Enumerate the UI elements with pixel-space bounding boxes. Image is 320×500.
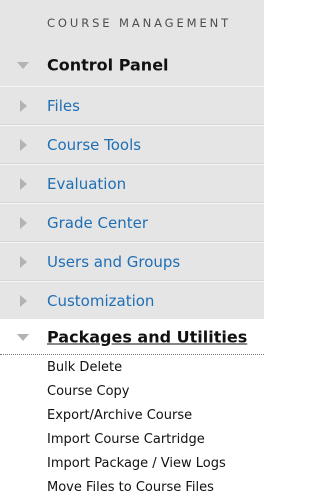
triangle-down-icon[interactable] [17,333,29,341]
triangle-right-icon[interactable] [20,294,27,307]
triangle-right-icon[interactable] [20,216,27,229]
packages-utilities-label[interactable]: Packages and Utilities [47,327,247,346]
menu-item-label[interactable]: Grade Center [47,214,148,232]
submenu-item-course-copy[interactable]: Course Copy [47,380,130,404]
submenu-item-import-package-view-logs[interactable]: Import Package / View Logs [47,452,226,476]
menu-item-label[interactable]: Files [47,97,80,115]
menu-item-label[interactable]: Evaluation [47,175,126,193]
triangle-right-icon[interactable] [20,138,27,151]
submenu-item-export-archive-course[interactable]: Export/Archive Course [47,404,192,428]
control-panel-label: Control Panel [47,55,169,74]
menu-item-users-and-groups[interactable]: Users and Groups [0,242,264,281]
menu-item-packages-and-utilities[interactable]: Packages and Utilities [0,319,264,355]
menu-item-evaluation[interactable]: Evaluation [0,164,264,203]
menu-item-grade-center[interactable]: Grade Center [0,203,264,242]
triangle-right-icon[interactable] [20,99,27,112]
menu-item-label[interactable]: Customization [47,292,154,310]
menu-item-label[interactable]: Users and Groups [47,253,180,271]
menu-item-files[interactable]: Files [0,86,264,125]
menu-item-course-tools[interactable]: Course Tools [0,125,264,164]
triangle-right-icon[interactable] [20,177,27,190]
menu-item-customization[interactable]: Customization [0,281,264,320]
submenu-item-bulk-delete[interactable]: Bulk Delete [47,356,122,380]
section-header: COURSE MANAGEMENT [0,0,264,43]
control-panel-heading[interactable]: Control Panel [0,43,264,86]
submenu-item-move-files-to-course-files[interactable]: Move Files to Course Files [47,476,214,500]
section-header-title: COURSE MANAGEMENT [47,16,232,30]
triangle-down-icon[interactable] [17,61,29,69]
submenu-item-import-course-cartridge[interactable]: Import Course Cartridge [47,428,205,452]
course-management-panel: COURSE MANAGEMENT Control Panel Files Co… [0,0,264,498]
triangle-right-icon[interactable] [20,255,27,268]
menu-item-label[interactable]: Course Tools [47,136,141,154]
